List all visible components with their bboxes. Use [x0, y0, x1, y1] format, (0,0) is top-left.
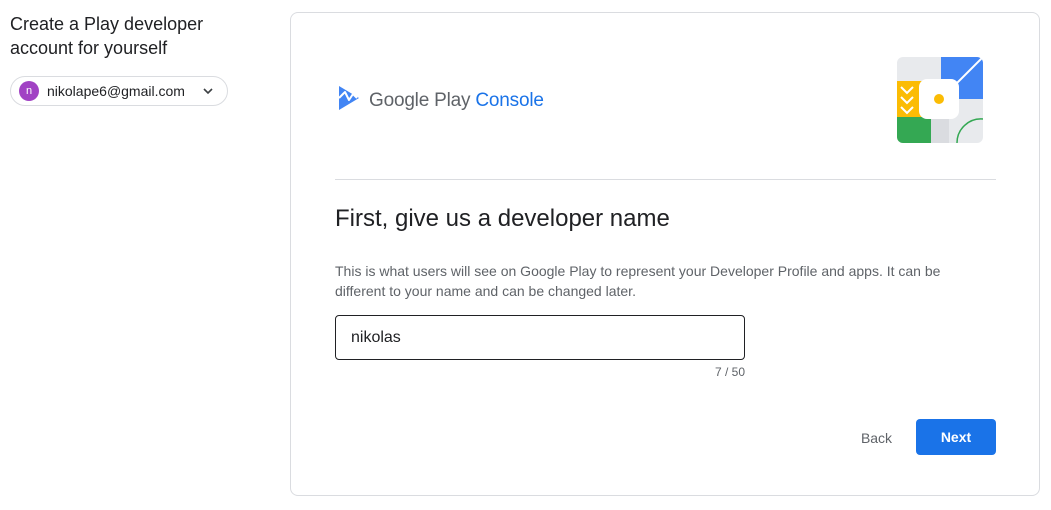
developer-name-input[interactable]: [336, 328, 744, 347]
brand-name: Google Play Console: [369, 90, 544, 112]
chevron-down-icon: [201, 84, 215, 98]
page-title: Create a Play developer account for your…: [10, 14, 204, 58]
back-button[interactable]: Back: [848, 420, 905, 456]
next-button[interactable]: Next: [916, 419, 996, 455]
play-console-logo-icon: [337, 85, 361, 116]
account-switcher[interactable]: n nikolape6@gmail.com: [10, 76, 228, 106]
play-console-brand: Google Play Console: [337, 85, 544, 116]
section-heading: First, give us a developer name: [335, 205, 670, 232]
avatar: n: [19, 81, 39, 101]
divider: [335, 179, 996, 180]
play-console-illustration: [897, 56, 984, 144]
section-description: This is what users will see on Google Pl…: [335, 263, 941, 299]
left-panel: Create a Play developer account for your…: [10, 12, 260, 106]
character-counter: 7 / 50: [714, 365, 745, 379]
brand-google-play: Google Play: [369, 89, 471, 111]
account-email: nikolape6@gmail.com: [47, 83, 185, 99]
developer-name-field[interactable]: [335, 315, 745, 360]
brand-console: Console: [475, 89, 544, 111]
developer-name-card: Google Play Console First, give us a dev…: [290, 12, 1040, 496]
